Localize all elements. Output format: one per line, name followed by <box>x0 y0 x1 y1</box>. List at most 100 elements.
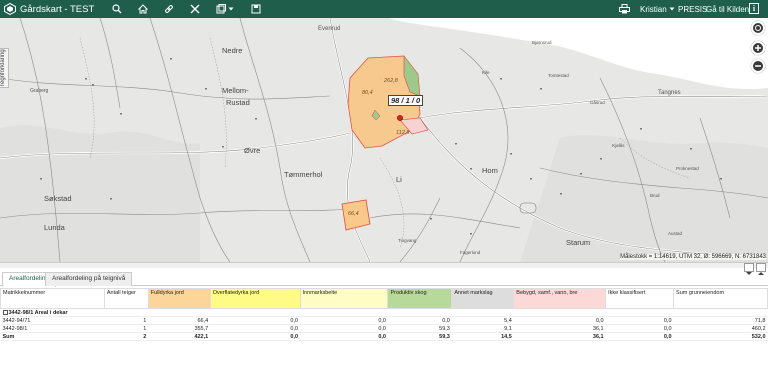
close-map-button[interactable] <box>751 21 765 35</box>
info-icon[interactable]: i <box>749 3 759 14</box>
place-label: Fagerlund <box>460 250 481 255</box>
place-label: Starum <box>566 238 591 247</box>
goto-kilden-link[interactable]: Gå til Kilden <box>706 0 749 18</box>
table-sum-row: Sum 2 422,1 0,0 0,0 59,3 14,5 36,1 0,0 5… <box>0 332 768 341</box>
parcel-area-label: 80,4 <box>362 90 373 96</box>
panel-splitter[interactable] <box>0 262 768 268</box>
top-bar: Gårdskart - TEST Kristian PRESIS Gå til … <box>0 0 768 18</box>
save-icon[interactable] <box>250 3 262 15</box>
place-label: Lunda <box>44 223 65 232</box>
collapse-box-icon[interactable] <box>2 309 8 315</box>
table-cell: 355,7 <box>148 324 211 333</box>
col-header[interactable]: Antall teiger <box>103 288 149 309</box>
zoom-out-icon <box>755 65 761 67</box>
table-cell: 1 <box>104 324 149 333</box>
table-row[interactable]: 3442-94/71 1 66,4 0,0 0,0 0,0 5,4 0,0 0,… <box>0 316 768 325</box>
table-cell: Sum <box>0 332 105 341</box>
user-name: Kristian <box>640 4 667 14</box>
layers-icon[interactable] <box>215 3 227 15</box>
table-cell: 2 <box>104 332 149 341</box>
zoom-in-icon <box>755 45 761 51</box>
place-label: Kile <box>482 70 490 75</box>
link-icon[interactable] <box>163 3 175 15</box>
parcel-id-label: 98 / 1 / 0 <box>388 95 424 106</box>
table-cell: 3442-94/71 <box>0 316 105 325</box>
map-canvas[interactable] <box>0 18 768 262</box>
table-cell: 422,1 <box>148 332 211 341</box>
place-label: Evenrud <box>318 26 341 32</box>
place-label: Tingvang <box>398 238 417 243</box>
app-title: Gårdskart - TEST <box>20 3 95 15</box>
place-label: Hom <box>482 166 498 175</box>
table-cell: 14,5 <box>451 332 514 341</box>
parcel-area-label: 262,8 <box>384 78 398 84</box>
parcel-area-label: 66,4 <box>348 211 359 217</box>
parcel-area-label: 112,8 <box>396 130 410 136</box>
table-cell: 0,0 <box>300 324 388 333</box>
chevron-down-icon[interactable] <box>228 3 234 15</box>
table-cell: 9,1 <box>451 324 514 333</box>
col-header[interactable]: Fulldyrka jord <box>147 288 211 309</box>
place-label: Søkstad <box>44 194 72 203</box>
table-cell: 0,0 <box>387 316 452 325</box>
table-cell: 0,0 <box>605 324 674 333</box>
search-icon[interactable] <box>111 3 123 15</box>
group-label: 3442-98/1 Areal i dekar <box>8 309 68 316</box>
col-header[interactable]: Ikke klassifisert <box>605 288 675 309</box>
table-cell: 0,0 <box>210 324 301 333</box>
table-header-row: Matrikkelnummer Antall teiger Fulldyrka … <box>0 288 768 309</box>
table-group-row[interactable]: 3442-98/1 Areal i dekar <box>0 308 768 317</box>
presis-link[interactable]: PRESIS <box>678 0 707 18</box>
table-cell: 0,0 <box>300 332 388 341</box>
table-cell: 59,3 <box>387 324 452 333</box>
place-label: Nedre <box>222 46 243 55</box>
place-label: Li <box>396 175 402 184</box>
zoom-in-button[interactable] <box>751 41 765 55</box>
scale-coordinates: Målestokk = 1:14619, UTM 32, Ø: 596669, … <box>620 254 766 260</box>
col-header[interactable]: Overflatedyrka jord <box>209 288 301 309</box>
legend-side-tab[interactable]: Tegnforklaring <box>0 48 9 88</box>
place-label: Mellom- <box>222 86 249 95</box>
table-cell: 36,1 <box>513 332 606 341</box>
tab-arealfordeling-teignivaa[interactable]: Arealfordeling på teignivå <box>45 272 133 286</box>
chevron-down-icon <box>669 7 675 11</box>
table-cell: 0,0 <box>513 316 606 325</box>
place-label: Brud <box>650 193 660 198</box>
place-label: Austad <box>668 231 683 236</box>
table-cell: 59,3 <box>387 332 452 341</box>
table-cell: 36,1 <box>513 324 606 333</box>
map-view[interactable]: Tegnforklaring Nedre Mellom- Rustad Øvre… <box>0 18 768 262</box>
table-cell: 460,2 <box>673 324 768 333</box>
table-cell: 71,8 <box>673 316 768 325</box>
table-cell: 0,0 <box>605 332 674 341</box>
close-icon <box>755 25 761 31</box>
col-header[interactable]: Innmarksbeite <box>299 288 389 309</box>
place-label: Gåsrud <box>590 100 605 105</box>
home-icon[interactable] <box>137 3 149 15</box>
place-label: Tømmerhol <box>284 170 323 179</box>
col-header[interactable]: Bebygd, samf., vann, bre <box>513 288 607 309</box>
table-cell: 0,0 <box>210 332 301 341</box>
table-cell: 0,0 <box>300 316 388 325</box>
table-cell: 1 <box>104 316 149 325</box>
tools-icon[interactable] <box>189 3 201 15</box>
place-label: Tangnes <box>658 90 681 96</box>
table-cell: 66,4 <box>148 316 211 325</box>
col-header[interactable]: Sum grunneiendom <box>673 288 768 309</box>
col-header[interactable]: Produktiv skog <box>387 288 453 309</box>
zoom-out-button[interactable] <box>751 59 765 73</box>
place-label: Graberg <box>30 88 49 94</box>
col-header[interactable]: Matrikkelnummer <box>0 288 105 309</box>
place-label: Bjørnsrud <box>532 40 552 45</box>
place-label: Øvre <box>244 146 261 155</box>
place-label: Kjølås <box>612 143 625 148</box>
table-row[interactable]: 3442-98/1 1 355,7 0,0 0,0 59,3 9,1 36,1 … <box>0 324 768 333</box>
place-label: Rustad <box>226 98 250 107</box>
col-header[interactable]: Annet markslag <box>451 288 515 309</box>
user-menu[interactable]: Kristian <box>640 0 675 18</box>
app-logo-icon[interactable] <box>4 3 16 15</box>
print-icon[interactable] <box>618 3 630 15</box>
table-cell: 5,4 <box>451 316 514 325</box>
place-label: Tomtestad <box>548 73 569 78</box>
panel-tabs: Arealfordeling Arealfordeling på teigniv… <box>0 270 768 287</box>
